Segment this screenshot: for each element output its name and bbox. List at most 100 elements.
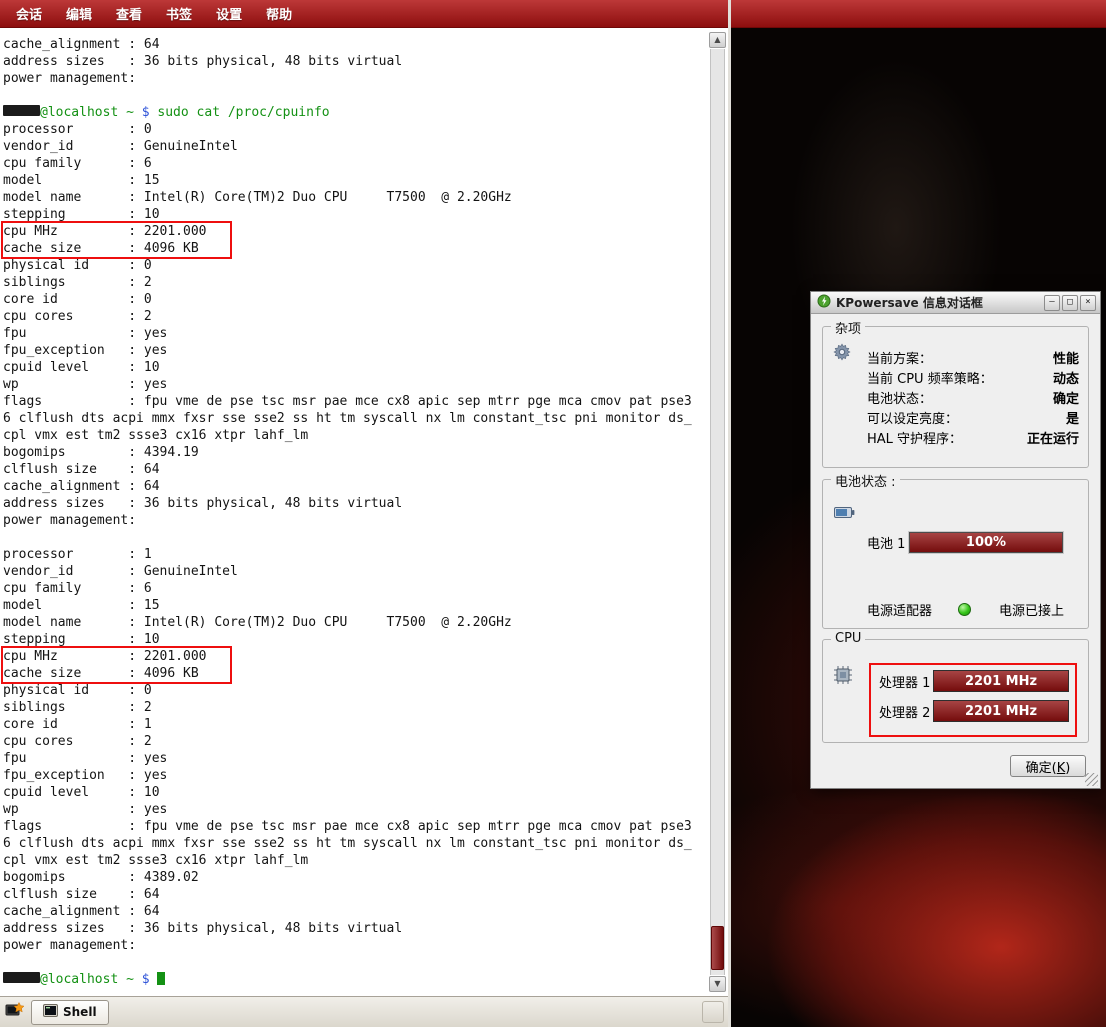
cpu-icon: [834, 666, 852, 688]
scrollbar[interactable]: ▲ ▼: [709, 32, 726, 992]
terminal-line: model name : Intel(R) Core(TM)2 Duo CPU …: [3, 189, 707, 206]
terminal-prompt-line: @localhost ~ $: [3, 971, 707, 988]
kpowersave-icon: [817, 293, 831, 312]
terminal-prompt-line: @localhost ~ $ sudo cat /proc/cpuinfo: [3, 104, 707, 121]
maximize-button[interactable]: □: [1062, 295, 1078, 311]
cpu-label: 处理器 2: [879, 702, 933, 721]
new-session-button[interactable]: [2, 1000, 27, 1025]
terminal-line: stepping : 10: [3, 206, 707, 223]
terminal-line: address sizes : 36 bits physical, 48 bit…: [3, 495, 707, 512]
battery-percent: 100%: [966, 535, 1006, 550]
adapter-row: 电源适配器 电源已接上: [867, 600, 1064, 619]
close-button[interactable]: ×: [1080, 295, 1096, 311]
scroll-up-button[interactable]: ▲: [709, 32, 726, 48]
menu-edit[interactable]: 编辑: [54, 0, 104, 27]
adapter-status: 电源已接上: [999, 600, 1064, 619]
terminal-cursor: [157, 972, 165, 985]
tab-shell[interactable]: Shell: [31, 1000, 109, 1025]
terminal-line: 6 clflush dts acpi mmx fxsr sse sse2 ss …: [3, 410, 707, 427]
info-value: 动态: [1053, 368, 1079, 387]
terminal-line: flags : fpu vme de pse tsc msr pae mce c…: [3, 393, 707, 410]
dialog-titlebar[interactable]: KPowersave 信息对话框 –□×: [811, 292, 1100, 314]
terminal-line: cpu family : 6: [3, 580, 707, 597]
scroll-up-icon: ▲: [714, 35, 720, 44]
terminal-line: fpu_exception : yes: [3, 342, 707, 359]
info-value: 确定: [1053, 388, 1079, 407]
terminal-line: cpu cores : 2: [3, 733, 707, 750]
power-led-icon: [958, 603, 971, 616]
info-value: 性能: [1053, 348, 1079, 367]
cpu-frequency-bar: 2201 MHz: [933, 700, 1069, 722]
menu-bookmarks[interactable]: 书签: [154, 0, 204, 27]
info-label: 可以设定亮度：: [867, 408, 958, 427]
terminal-line: cpuid level : 10: [3, 784, 707, 801]
redacted-username: [3, 105, 40, 116]
terminal-line: cpu MHz : 2201.000: [3, 223, 707, 240]
terminal-line: cache_alignment : 64: [3, 478, 707, 495]
menu-bar: 会话编辑查看书签设置帮助: [0, 0, 728, 28]
prompt-symbol: $: [134, 972, 157, 987]
dialog-title: KPowersave 信息对话框: [836, 294, 1039, 311]
terminal-output: cache_alignment : 64address sizes : 36 b…: [3, 28, 707, 996]
redacted-username: [3, 972, 40, 983]
terminal-line: fpu_exception : yes: [3, 767, 707, 784]
battery-icon: [834, 504, 855, 523]
cpu-frequency-bar: 2201 MHz: [933, 670, 1069, 692]
terminal-line: physical id : 0: [3, 682, 707, 699]
terminal-line: bogomips : 4389.02: [3, 869, 707, 886]
scroll-down-button[interactable]: ▼: [709, 976, 726, 992]
scrollbar-track[interactable]: [710, 49, 725, 975]
terminal-line: model : 15: [3, 172, 707, 189]
ok-label-end: ): [1065, 761, 1070, 776]
terminal-line: cache size : 4096 KB: [3, 665, 707, 682]
menu-help[interactable]: 帮助: [254, 0, 304, 27]
terminal-line: clflush size : 64: [3, 461, 707, 478]
terminal-line: address sizes : 36 bits physical, 48 bit…: [3, 53, 707, 70]
battery-group: 电池状态 : 电池 1 100%: [822, 479, 1089, 629]
terminal-line: power management:: [3, 512, 707, 529]
terminal-line: core id : 0: [3, 291, 707, 308]
screen: 会话编辑查看书签设置帮助 cache_alignment : 64address…: [0, 0, 1106, 1027]
minimize-button[interactable]: –: [1044, 295, 1060, 311]
terminal-line: cpu family : 6: [3, 155, 707, 172]
info-row: 当前方案： 性能: [867, 347, 1079, 367]
gear-icon: [833, 343, 851, 365]
terminal-line: [3, 954, 707, 971]
terminal-line: address sizes : 36 bits physical, 48 bit…: [3, 920, 707, 937]
battery-progressbar: 100%: [909, 532, 1063, 553]
scrollbar-thumb[interactable]: [711, 926, 724, 970]
dialog-footer: 确定(K): [1010, 755, 1086, 777]
terminal-line: bogomips : 4394.19: [3, 444, 707, 461]
terminal-line: power management:: [3, 937, 707, 954]
terminal-line: processor : 0: [3, 121, 707, 138]
window-controls: –□×: [1044, 295, 1096, 311]
terminal-line: clflush size : 64: [3, 886, 707, 903]
terminal-line: stepping : 10: [3, 631, 707, 648]
ok-button[interactable]: 确定(K): [1010, 755, 1086, 777]
session-list-button[interactable]: [702, 1001, 724, 1023]
adapter-label: 电源适配器: [867, 600, 932, 619]
battery-row: 电池 1 100%: [867, 532, 1063, 553]
menu-settings[interactable]: 设置: [204, 0, 254, 27]
info-label: 电池状态：: [867, 388, 932, 407]
terminal-line: cpu MHz : 2201.000: [3, 648, 707, 665]
ok-accel: K: [1057, 761, 1066, 776]
info-label: 当前方案：: [867, 348, 932, 367]
terminal-line: physical id : 0: [3, 257, 707, 274]
terminal-line: cache_alignment : 64: [3, 36, 707, 53]
prompt-command: sudo cat /proc/cpuinfo: [157, 105, 329, 120]
cpu-row: 处理器 12201 MHz: [879, 670, 1069, 692]
terminal-line: fpu : yes: [3, 325, 707, 342]
terminal-line: cpl vmx est tm2 ssse3 cx16 xtpr lahf_lm: [3, 852, 707, 869]
terminal-line: wp : yes: [3, 801, 707, 818]
menu-view[interactable]: 查看: [104, 0, 154, 27]
kpowersave-dialog: KPowersave 信息对话框 –□× 杂项 当前方案：性能当前 CPU 频率…: [810, 291, 1101, 789]
resize-grip[interactable]: [1085, 773, 1098, 786]
terminal-line: [3, 87, 707, 104]
info-label: 当前 CPU 频率策略：: [867, 368, 993, 387]
menu-session[interactable]: 会话: [4, 0, 54, 27]
info-value: 正在运行: [1027, 428, 1079, 447]
terminal-line: fpu : yes: [3, 750, 707, 767]
terminal-line: cache size : 4096 KB: [3, 240, 707, 257]
new-session-icon: [5, 1002, 24, 1023]
